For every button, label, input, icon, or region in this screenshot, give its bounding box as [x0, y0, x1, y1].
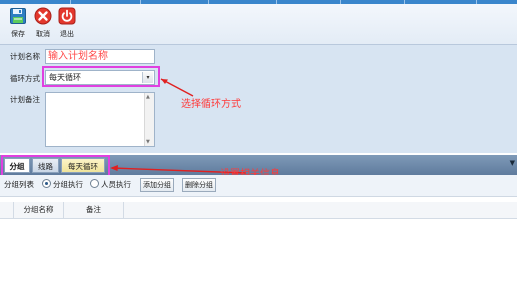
table-header: 分组名称 备注 — [0, 202, 517, 219]
power-icon — [58, 7, 76, 25]
save-label: 保存 — [11, 30, 25, 38]
radio-person-exec[interactable]: 人员执行 — [90, 179, 131, 191]
remark-scrollbar[interactable]: ▲ ▼ — [144, 93, 154, 146]
cancel-x-icon — [34, 7, 52, 25]
cycle-mode-annotation: 选择循环方式 — [181, 99, 241, 110]
floppy-disk-icon — [9, 7, 27, 25]
save-button[interactable]: 保存 — [5, 7, 31, 41]
group-list-label: 分组列表 — [4, 180, 34, 189]
radio-group-exec-label: 分组执行 — [53, 180, 83, 189]
plan-remark-textarea[interactable]: ▲ ▼ — [45, 92, 155, 147]
plan-form: 计划名称 输入计划名称 循环方式 每天循环 ▾ 计划备注 ▲ ▼ — [0, 45, 517, 153]
group-table: 分组名称 备注 — [0, 197, 517, 291]
plan-remark-label: 计划备注 — [10, 95, 40, 104]
plan-name-input[interactable]: 输入计划名称 — [45, 49, 155, 64]
cancel-button[interactable]: 取消 — [30, 7, 56, 41]
delete-group-button[interactable]: 删除分组 — [182, 178, 216, 192]
plan-name-label: 计划名称 — [10, 52, 40, 61]
row-indicator-header — [0, 202, 14, 218]
radio-unselected-icon[interactable] — [90, 179, 99, 188]
cancel-label: 取消 — [36, 30, 50, 38]
radio-person-exec-label: 人员执行 — [101, 180, 131, 189]
tab-overflow-icon[interactable]: ▼ — [510, 159, 515, 167]
radio-selected-icon[interactable] — [42, 179, 51, 188]
add-group-button[interactable]: 添加分组 — [140, 178, 174, 192]
cycle-mode-highlight — [42, 66, 160, 87]
column-header-group-name[interactable]: 分组名称 — [14, 202, 64, 218]
scroll-up-icon[interactable]: ▲ — [146, 94, 150, 100]
group-options-bar: 分组列表 分组执行 人员执行 添加分组 删除分组 — [0, 175, 517, 197]
exit-label: 退出 — [60, 30, 74, 38]
exit-button[interactable]: 退出 — [54, 7, 80, 41]
cycle-mode-label: 循环方式 — [10, 74, 40, 83]
radio-group-exec[interactable]: 分组执行 — [42, 179, 83, 191]
toolbar: 保存 取消 退出 — [0, 4, 517, 45]
scroll-down-icon[interactable]: ▼ — [146, 139, 150, 145]
plan-name-placeholder: 输入计划名称 — [48, 51, 108, 62]
column-header-remark[interactable]: 备注 — [64, 202, 124, 218]
